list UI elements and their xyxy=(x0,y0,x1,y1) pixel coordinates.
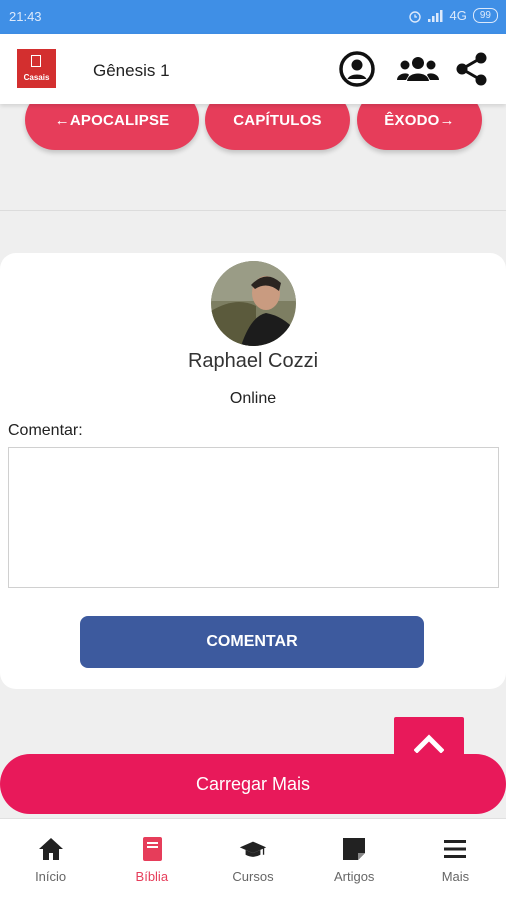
nav-label: Cursos xyxy=(232,869,274,884)
user-name: Raphael Cozzi xyxy=(187,350,319,372)
chevron-up-icon xyxy=(414,734,444,753)
user-status: Online xyxy=(229,390,277,407)
app-logo[interactable]: Casais xyxy=(17,49,56,88)
comment-input[interactable] xyxy=(8,447,499,588)
battery-indicator: 99 xyxy=(472,8,498,23)
group-icon[interactable] xyxy=(396,50,439,88)
submit-comment-button[interactable]: COMENTAR xyxy=(80,616,424,668)
avatar xyxy=(211,261,296,346)
nav-item-inicio[interactable]: Início xyxy=(0,819,101,900)
note-icon xyxy=(343,838,366,860)
bottom-navigation: Início Bíblia Cursos Artigos Mais xyxy=(0,818,506,900)
menu-icon xyxy=(444,840,467,858)
share-icon[interactable] xyxy=(454,50,492,88)
nav-item-mais[interactable]: Mais xyxy=(405,819,506,900)
nav-label: Artigos xyxy=(333,869,375,884)
account-icon[interactable] xyxy=(338,50,376,88)
status-bar: 21:43 4G 99 xyxy=(0,0,506,34)
status-time: 21:43 xyxy=(9,9,42,24)
section-divider xyxy=(0,210,506,211)
logo-mark-icon xyxy=(31,55,41,67)
graduation-cap-icon xyxy=(239,841,267,857)
nav-item-biblia[interactable]: Bíblia xyxy=(101,819,202,900)
nav-item-cursos[interactable]: Cursos xyxy=(202,819,303,900)
page-title: Gênesis 1 xyxy=(93,61,170,80)
app-bar: Casais Gênesis 1 xyxy=(0,34,506,104)
signal-icon xyxy=(427,9,443,22)
status-indicators: 4G 99 xyxy=(408,8,498,23)
nav-label: Início xyxy=(35,869,67,884)
nav-label: Bíblia xyxy=(135,869,169,884)
home-icon xyxy=(38,838,63,860)
app-bar-actions xyxy=(338,50,492,88)
logo-text: Casais xyxy=(23,73,50,82)
nav-item-artigos[interactable]: Artigos xyxy=(304,819,405,900)
comment-card: Raphael Cozzi Online Comentar: COMENTAR xyxy=(0,253,506,689)
book-icon xyxy=(142,837,162,861)
alarm-icon xyxy=(408,10,421,23)
nav-label: Mais xyxy=(441,869,470,884)
comment-label: Comentar: xyxy=(8,422,83,439)
load-more-button[interactable]: Carregar Mais xyxy=(0,754,506,814)
network-type: 4G xyxy=(449,8,467,23)
